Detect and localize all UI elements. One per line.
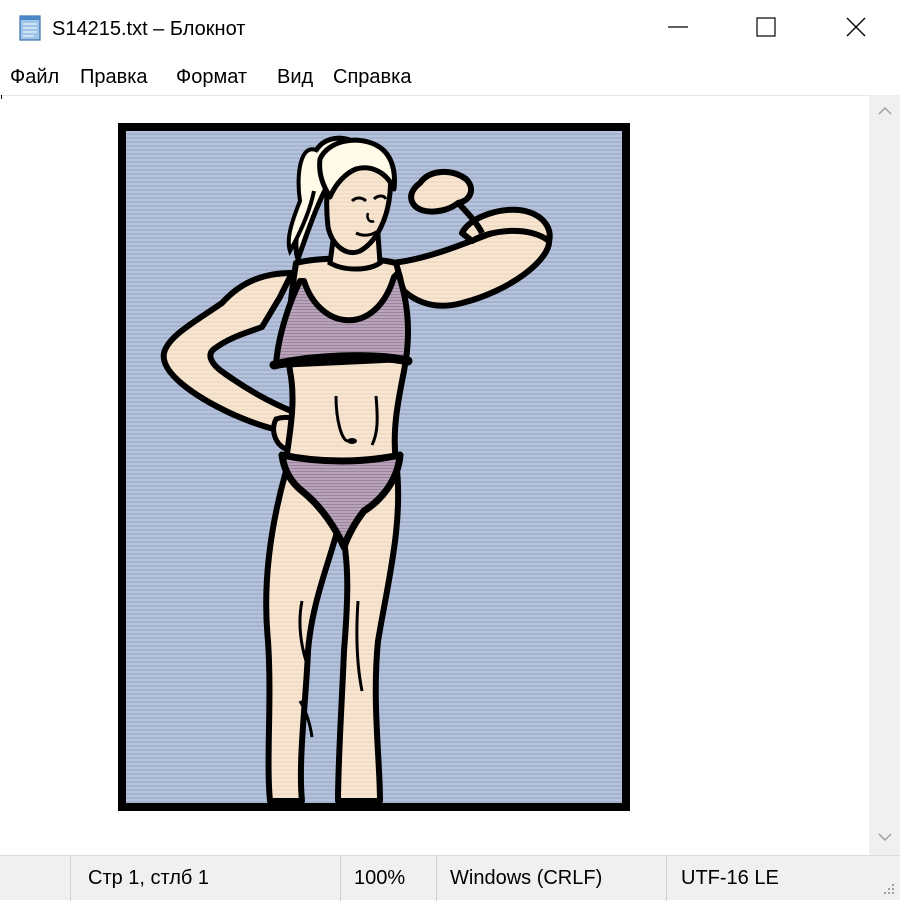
status-cursor-position: Стр 1, стлб 1 [88, 867, 210, 889]
status-bar: Стр 1, стлб 1 100% Windows (CRLF) UTF-16… [0, 855, 900, 901]
chevron-down-icon [877, 829, 892, 847]
menu-file[interactable]: Файл [10, 64, 59, 90]
text-caret [1, 95, 2, 99]
window-title: S14215.txt – Блокнот [52, 18, 246, 40]
status-encoding: UTF-16 LE [681, 867, 779, 889]
menu-edit[interactable]: Правка [80, 64, 148, 90]
status-separator [70, 856, 71, 901]
status-line-ending: Windows (CRLF) [450, 867, 603, 889]
text-editor[interactable] [0, 95, 869, 856]
status-zoom: 100% [354, 867, 406, 889]
status-separator [666, 856, 667, 901]
menu-view[interactable]: Вид [277, 64, 313, 90]
scroll-down-button[interactable] [869, 821, 900, 855]
minimize-button[interactable] [632, 0, 724, 58]
vertical-scrollbar[interactable] [869, 95, 900, 855]
ascii-art-image [118, 123, 630, 811]
notepad-window: S14215.txt – Блокнот Файл Правка Формат … [0, 0, 900, 901]
minimize-icon [666, 15, 690, 44]
menu-bar: Файл Правка Формат Вид Справка [0, 60, 900, 94]
close-icon [844, 15, 868, 44]
title-bar[interactable]: S14215.txt – Блокнот [0, 0, 900, 58]
maximize-icon [754, 15, 778, 44]
scroll-up-button[interactable] [869, 95, 900, 129]
menu-format[interactable]: Формат [176, 64, 247, 90]
status-separator [436, 856, 437, 901]
status-separator [340, 856, 341, 901]
chevron-up-icon [877, 103, 892, 121]
notepad-icon [16, 14, 44, 42]
close-button[interactable] [810, 0, 900, 58]
menu-help[interactable]: Справка [333, 64, 411, 90]
resize-grip-icon[interactable] [880, 880, 896, 896]
maximize-button[interactable] [720, 0, 812, 58]
